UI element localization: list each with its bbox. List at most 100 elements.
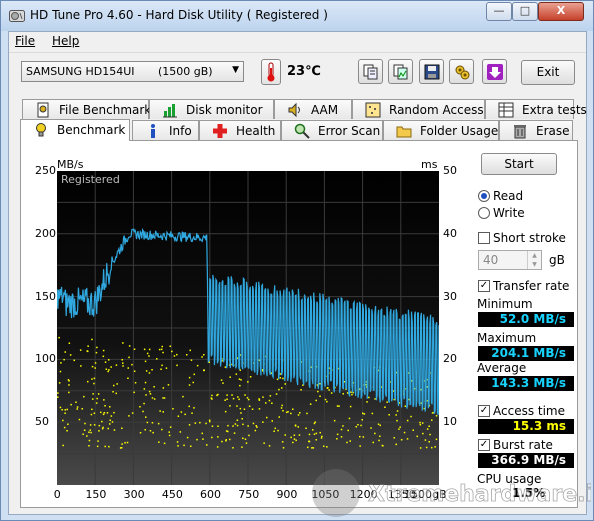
access-time-point <box>102 349 105 352</box>
access-time-point <box>145 416 147 418</box>
download-button[interactable] <box>482 59 507 84</box>
write-radio[interactable] <box>478 207 490 219</box>
right-tick-label: 20 <box>443 352 457 366</box>
access-time-point <box>101 420 103 423</box>
access-time-point <box>241 446 243 448</box>
access-time-point <box>124 442 126 444</box>
access-time-point <box>242 423 244 426</box>
access-time-point <box>145 394 147 396</box>
maximize-button[interactable]: □ <box>512 2 538 21</box>
copy-screenshot-button[interactable] <box>388 59 413 84</box>
menu-file[interactable]: File <box>15 34 35 48</box>
read-radio[interactable] <box>478 190 490 202</box>
thermometer-icon[interactable] <box>261 59 281 85</box>
access-time-checkbox[interactable]: ✓ <box>478 405 490 417</box>
access-time-point <box>63 426 66 429</box>
trash-icon <box>514 125 526 139</box>
spinner-arrows-icon[interactable]: ▲ ▼ <box>527 251 541 269</box>
options-button[interactable] <box>449 59 474 84</box>
access-time-point <box>297 414 300 416</box>
access-time-point <box>188 376 191 379</box>
tab-random-access[interactable]: Random Access <box>352 99 485 119</box>
tab-health[interactable]: Health <box>199 120 281 140</box>
access-time-point <box>292 441 294 444</box>
tab-info[interactable]: Info <box>132 120 199 140</box>
access-time-point <box>96 397 98 400</box>
access-time-point <box>68 391 70 394</box>
maximum-value: 204.1 MB/s <box>478 346 574 361</box>
left-tick-label: 150 <box>35 289 56 303</box>
access-time-point <box>144 381 147 384</box>
access-time-point <box>366 401 368 403</box>
access-time-point <box>374 432 376 435</box>
left-tick-label: 250 <box>35 164 56 177</box>
tab-folder-usage[interactable]: Folder Usage <box>383 120 499 140</box>
tab-aam[interactable]: AAM <box>274 99 352 119</box>
short-stroke-checkbox[interactable] <box>478 232 490 244</box>
access-time-point <box>359 435 361 438</box>
short-stroke-spinner[interactable]: 40 ▲ ▼ <box>478 250 542 270</box>
access-time-point <box>89 424 92 426</box>
access-time-point <box>227 424 229 427</box>
access-time-point <box>146 352 149 355</box>
access-time-point <box>201 432 203 435</box>
access-time-point <box>258 399 261 401</box>
access-time-point <box>127 377 129 379</box>
access-time-point <box>233 432 236 434</box>
access-time-point <box>105 368 108 370</box>
access-time-point <box>340 436 343 438</box>
access-time-point <box>108 359 110 361</box>
tab-error-scan[interactable]: Error Scan <box>281 120 383 140</box>
access-time-point <box>426 428 429 430</box>
access-time-point <box>69 354 72 356</box>
access-time-point <box>419 423 422 426</box>
access-time-point <box>151 369 153 371</box>
copy-info-button[interactable] <box>358 59 383 84</box>
access-time-point <box>229 438 231 441</box>
tab-erase[interactable]: Erase <box>499 120 573 140</box>
access-time-point <box>113 411 115 414</box>
drive-select[interactable]: SAMSUNG HD154UI (1500 gB) ▼ <box>21 61 244 82</box>
burst-rate-checkbox[interactable]: ✓ <box>478 439 490 451</box>
access-time-point <box>139 432 142 434</box>
access-time-point <box>232 397 235 400</box>
access-time-point <box>110 366 112 368</box>
access-time-point <box>113 384 115 387</box>
access-time-point <box>86 435 88 437</box>
exit-button[interactable]: Exit <box>521 60 575 85</box>
title-bar[interactable]: HD Tune Pro 4.60 - Hard Disk Utility ( R… <box>1 1 593 31</box>
access-time-point <box>342 425 344 427</box>
access-time-point <box>165 367 168 369</box>
access-time-point <box>349 405 352 408</box>
x-tick-label: 150 <box>85 488 107 501</box>
access-time-point <box>122 362 124 364</box>
menu-help[interactable]: Help <box>52 34 79 48</box>
access-time-point <box>372 441 374 444</box>
access-time-point <box>159 410 161 412</box>
access-time-point <box>180 411 183 413</box>
temperature: 23℃ <box>287 64 321 79</box>
save-button[interactable] <box>419 59 444 84</box>
access-time-label: Access time <box>493 404 566 418</box>
access-time-point <box>239 407 242 410</box>
access-time-point <box>265 402 267 404</box>
tab-file-benchmark[interactable]: File Benchmark <box>22 99 151 119</box>
maximum-label: Maximum <box>477 331 537 345</box>
access-time-point <box>81 408 83 410</box>
access-time-point <box>258 408 261 410</box>
access-time-point <box>278 416 280 418</box>
transfer-rate-checkbox[interactable]: ✓ <box>478 280 490 292</box>
tab-disk-monitor[interactable]: Disk monitor <box>149 99 274 119</box>
tab-benchmark[interactable]: Benchmark <box>20 119 130 141</box>
access-time-point <box>161 345 163 348</box>
access-time-point <box>107 427 109 430</box>
start-button[interactable]: Start <box>481 153 557 175</box>
access-time-point <box>393 437 395 439</box>
access-time-point <box>357 424 359 426</box>
access-time-point <box>246 397 249 399</box>
minimize-button[interactable]: — <box>486 2 512 21</box>
access-time-point <box>86 350 88 352</box>
close-button[interactable]: X <box>538 2 584 21</box>
tab-extra-tests[interactable]: Extra tests <box>485 99 587 119</box>
access-time-point <box>330 392 333 394</box>
